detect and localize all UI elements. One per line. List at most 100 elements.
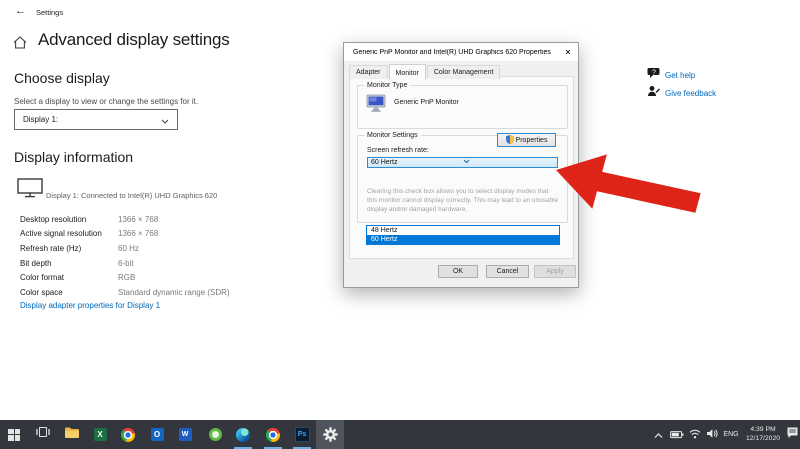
uac-shield-icon xyxy=(505,134,514,146)
page-title: Advanced display settings xyxy=(38,30,230,49)
battery-status[interactable] xyxy=(668,420,685,449)
windows-logo-icon xyxy=(8,428,20,441)
chevron-up-icon xyxy=(654,426,663,444)
get-help-row[interactable]: ? Get help xyxy=(647,66,695,84)
row-label: Bit depth xyxy=(20,258,52,268)
table-row: Color space Standard dynamic range (SDR) xyxy=(20,285,280,300)
file-explorer-button[interactable] xyxy=(58,420,86,449)
green-app-icon xyxy=(208,428,222,441)
outlook-icon: O xyxy=(150,428,164,441)
tab-adapter[interactable]: Adapter xyxy=(349,65,388,79)
settings-button[interactable] xyxy=(316,420,344,449)
display-select-value: Display 1: xyxy=(23,115,59,124)
back-arrow-icon[interactable]: ← xyxy=(15,5,26,17)
ok-button[interactable]: OK xyxy=(438,265,478,278)
clock-date: 12/17/2020 xyxy=(745,434,781,442)
green-app-button[interactable] xyxy=(201,420,229,449)
dialog-titlebar: Generic PnP Monitor and Intel(R) UHD Gra… xyxy=(344,43,578,61)
clock[interactable]: 4:39 PM 12/17/2020 xyxy=(742,420,784,449)
monitor-settings-legend: Monitor Settings xyxy=(364,132,421,140)
tab-monitor[interactable]: Monitor xyxy=(388,64,426,80)
option-48-hertz[interactable]: 48 Hertz xyxy=(367,226,559,235)
choose-display-description: Select a display to view or change the s… xyxy=(14,97,199,106)
row-value: 6-bit xyxy=(118,258,134,268)
row-label: Refresh rate (Hz) xyxy=(20,243,82,253)
edge-icon xyxy=(236,427,250,442)
task-view-icon xyxy=(35,425,51,444)
action-center-button[interactable] xyxy=(784,420,800,449)
row-label: Color space xyxy=(20,287,63,297)
row-label: Color format xyxy=(20,273,65,283)
apply-button[interactable]: Apply xyxy=(534,265,576,278)
properties-button[interactable]: Properties xyxy=(497,133,556,147)
chrome-icon xyxy=(266,427,280,442)
table-row: Bit depth 6-bit xyxy=(20,256,280,271)
display-info-table: Desktop resolution 1366 × 768 Active sign… xyxy=(20,212,280,300)
chrome-2-button[interactable] xyxy=(259,420,287,449)
tray-expand-button[interactable] xyxy=(650,420,666,449)
give-feedback-link[interactable]: Give feedback xyxy=(665,89,716,98)
monitor-type-group: Monitor Type Generic PnP Monitor Propert… xyxy=(357,82,568,147)
monitor-device-icon xyxy=(366,94,387,117)
monitor-settings-group: Monitor Settings Screen refresh rate: 60… xyxy=(357,132,568,223)
folder-icon xyxy=(64,426,80,444)
edge-button[interactable] xyxy=(229,420,257,449)
red-arrow-annotation xyxy=(556,154,701,213)
dialog-tabs: Adapter Monitor Color Management xyxy=(349,63,501,80)
display-adapter-properties-link[interactable]: Display adapter properties for Display 1 xyxy=(20,301,160,310)
excel-button[interactable]: X xyxy=(86,420,114,449)
word-button[interactable]: W xyxy=(171,420,199,449)
refresh-rate-dropdown: 48 Hertz 60 Hertz xyxy=(366,225,560,245)
display-information-heading: Display information xyxy=(14,149,134,165)
table-row: Refresh rate (Hz) 60 Hz xyxy=(20,241,280,256)
row-value: RGB xyxy=(118,273,136,283)
row-value: Standard dynamic range (SDR) xyxy=(118,287,230,297)
home-icon xyxy=(13,36,27,54)
display-connection-text: Display 1: Connected to Intel(R) UHD Gra… xyxy=(46,191,218,200)
row-label: Active signal resolution xyxy=(20,229,102,239)
volume-status[interactable] xyxy=(704,420,721,449)
chevron-down-icon xyxy=(161,111,169,129)
excel-icon: X xyxy=(93,428,107,441)
dialog-title: Generic PnP Monitor and Intel(R) UHD Gra… xyxy=(353,48,551,56)
chrome-button[interactable] xyxy=(114,420,142,449)
photoshop-button[interactable]: Ps xyxy=(288,420,316,449)
give-feedback-row[interactable]: Give feedback xyxy=(647,84,716,102)
row-value: 1366 × 768 xyxy=(118,229,159,239)
photoshop-icon: Ps xyxy=(294,427,310,442)
outlook-button[interactable]: O xyxy=(143,420,171,449)
tab-color-management[interactable]: Color Management xyxy=(426,65,501,79)
option-60-hertz[interactable]: 60 Hertz xyxy=(367,235,559,244)
chrome-icon xyxy=(121,427,135,442)
language-indicator[interactable]: ENG xyxy=(721,420,741,449)
row-value: 60 Hz xyxy=(118,243,139,253)
row-value: 1366 × 768 xyxy=(118,214,159,224)
table-row: Desktop resolution 1366 × 768 xyxy=(20,212,280,227)
monitor-name: Generic PnP Monitor xyxy=(394,99,459,106)
cancel-button[interactable]: Cancel xyxy=(486,265,529,278)
network-status[interactable] xyxy=(687,420,703,449)
app-title: Settings xyxy=(36,8,64,17)
monitor-properties-dialog: Generic PnP Monitor and Intel(R) UHD Gra… xyxy=(343,42,579,288)
close-icon[interactable]: ✕ xyxy=(558,48,578,57)
monitor-icon xyxy=(17,178,44,203)
task-view-button[interactable] xyxy=(29,420,57,449)
monitor-tab-panel: Monitor Type Generic PnP Monitor Propert… xyxy=(349,76,574,259)
give-feedback-icon xyxy=(647,84,660,102)
wifi-icon xyxy=(689,426,701,444)
speaker-icon xyxy=(706,426,719,444)
chevron-down-icon xyxy=(463,159,555,166)
refresh-rate-warning: Clearing this check box allows you to se… xyxy=(367,188,559,213)
display-select[interactable]: Display 1: xyxy=(14,109,178,130)
choose-display-heading: Choose display xyxy=(14,70,110,86)
start-button[interactable] xyxy=(0,420,28,449)
refresh-rate-combobox[interactable]: 60 Hertz xyxy=(367,157,558,168)
table-row: Color format RGB xyxy=(20,270,280,285)
action-center-icon xyxy=(786,426,799,444)
refresh-rate-label: Screen refresh rate: xyxy=(367,147,429,154)
get-help-link[interactable]: Get help xyxy=(665,71,695,80)
properties-button-label: Properties xyxy=(515,136,548,144)
desktop-screen: ← Settings Advanced display settings Cho… xyxy=(0,0,800,449)
refresh-rate-value: 60 Hertz xyxy=(371,159,398,166)
monitor-type-legend: Monitor Type xyxy=(364,82,411,90)
